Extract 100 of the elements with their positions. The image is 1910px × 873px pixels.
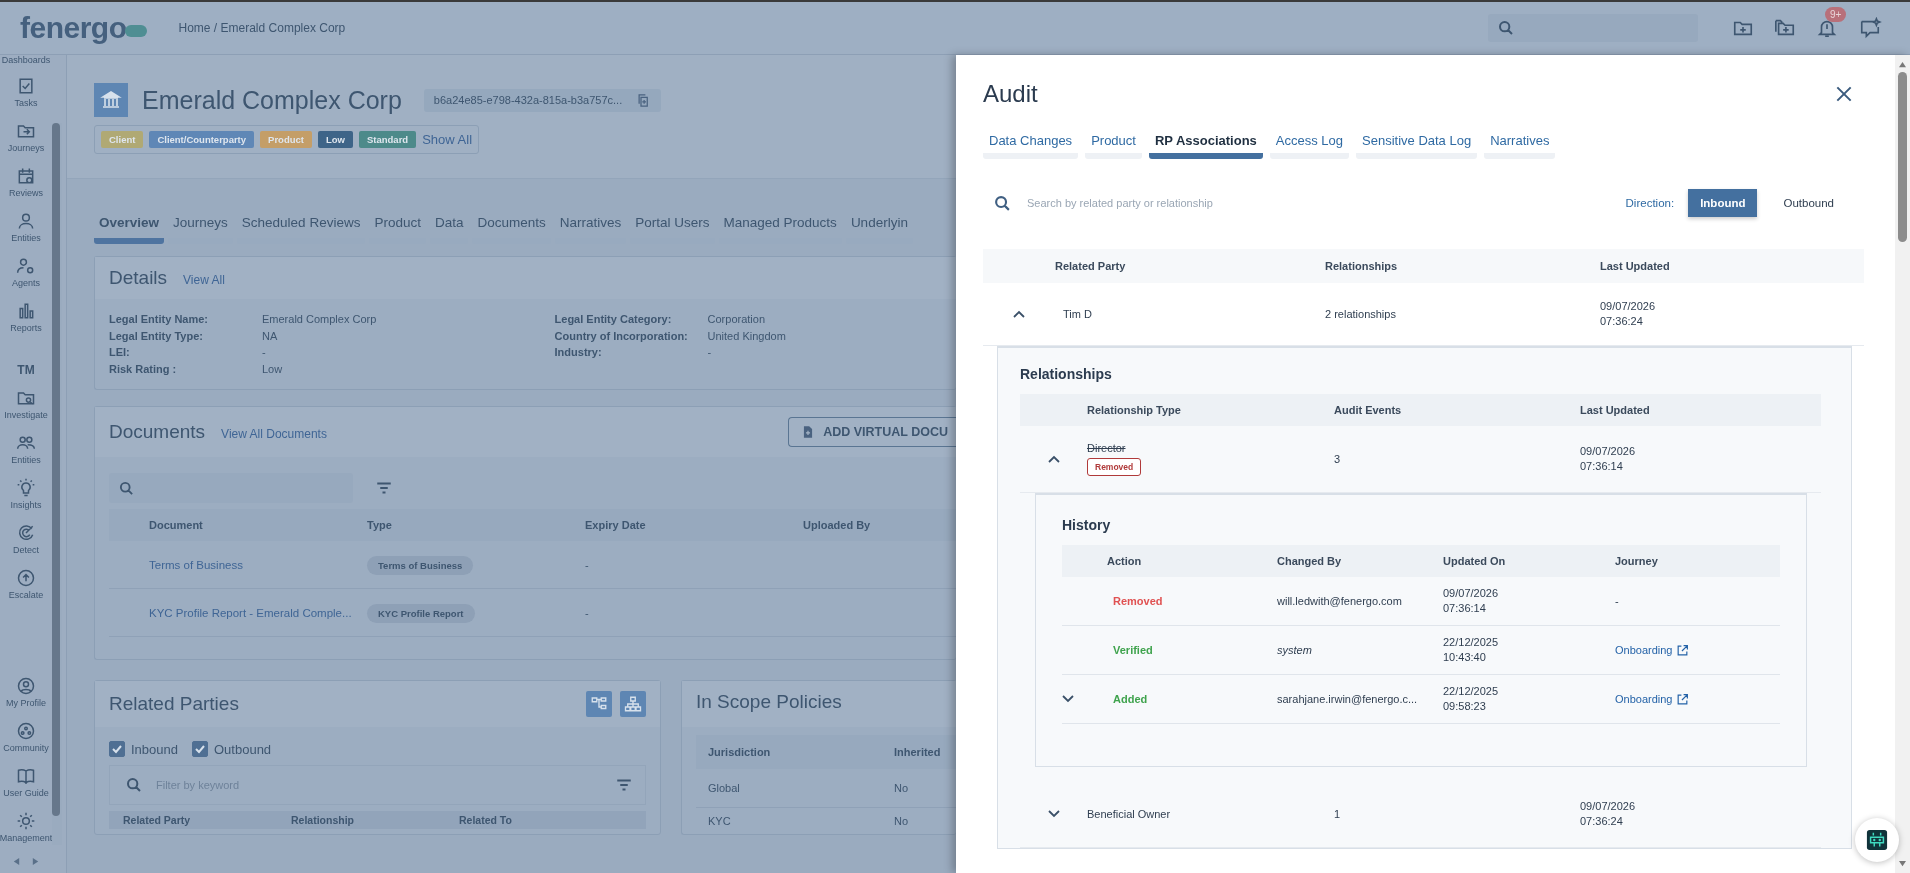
- table-cell-text: 2 relationships: [1325, 308, 1397, 320]
- sidebar-item[interactable]: Insights: [10, 471, 42, 516]
- field-label: Industry:: [554, 346, 603, 359]
- tab[interactable]: Overview: [94, 215, 165, 244]
- column-header: Document: [149, 519, 204, 531]
- sidebar-item[interactable]: My Profile: [6, 669, 46, 714]
- tab[interactable]: Scheduled Reviews: [236, 215, 366, 244]
- tab[interactable]: Documents: [472, 215, 551, 244]
- tab[interactable]: Underlyin: [845, 215, 913, 244]
- add-virtual-document-button[interactable]: ADD VIRTUAL DOCU: [788, 417, 956, 447]
- field-label: Risk Rating :: [109, 362, 178, 375]
- field-value: Low: [262, 362, 283, 375]
- scrollbar-thumb[interactable]: [52, 123, 60, 817]
- scrollbar-thumb[interactable]: [1898, 72, 1907, 242]
- tab[interactable]: Narratives: [1484, 133, 1556, 159]
- sidebar-item[interactable]: Tasks: [14, 69, 38, 114]
- sidebar-item[interactable]: Entities: [11, 426, 41, 471]
- date-time: 09/07/2026 07:36:24: [1580, 799, 1637, 829]
- column-header: Updated On: [1443, 555, 1507, 567]
- action-status: Removed: [1112, 595, 1164, 607]
- sidebar-item[interactable]: Entities: [11, 204, 41, 249]
- tab[interactable]: Journeys: [168, 215, 233, 244]
- table-cell-text: Tim D: [1062, 308, 1093, 320]
- sidebar-item[interactable]: User Guide: [3, 759, 49, 804]
- chevron-icon[interactable]: [1013, 310, 1025, 318]
- table-cell-text: No: [894, 815, 910, 827]
- tab[interactable]: Sensitive Data Log: [1356, 133, 1478, 159]
- card-title: Related Parties: [109, 693, 239, 715]
- direction-toggle[interactable]: Inbound: [1688, 189, 1758, 217]
- hierarchy-view-button[interactable]: [620, 691, 646, 717]
- sidebar-item[interactable]: Journeys: [7, 114, 45, 159]
- tab[interactable]: Portal Users: [630, 215, 715, 244]
- scrollbar[interactable]: [1895, 55, 1910, 873]
- column-header: Action: [1107, 555, 1143, 567]
- scroll-right-icon[interactable]: [31, 856, 40, 866]
- tab[interactable]: Product: [369, 215, 426, 244]
- entity-id: b6a24e85-e798-432a-815a-b3a757c...: [433, 94, 623, 106]
- section-label: TM: [17, 363, 35, 377]
- status-badge: Removed: [1087, 458, 1142, 476]
- sidebar-item[interactable]: Agents: [12, 249, 40, 294]
- scroll-left-icon[interactable]: [12, 856, 21, 866]
- sidebar-item[interactable]: Investigate: [4, 381, 48, 426]
- logo[interactable]: fenergo: [20, 11, 127, 45]
- column-header: Last Updated: [1580, 404, 1651, 416]
- chatbot-button[interactable]: [1855, 818, 1899, 862]
- breadcrumb[interactable]: Home / Emerald Complex Corp: [178, 21, 346, 35]
- tab[interactable]: Access Log: [1269, 133, 1349, 159]
- sidebar-item[interactable]: Detect: [13, 516, 39, 561]
- column-header: Audit Events: [1334, 404, 1403, 416]
- journey-link[interactable]: Onboarding: [1615, 643, 1780, 657]
- tab[interactable]: RP Associations: [1148, 133, 1263, 159]
- chevron-icon[interactable]: [1047, 455, 1060, 463]
- view-all-link[interactable]: View All: [183, 273, 225, 287]
- date-time: 22/12/2025 09:58:23: [1443, 684, 1500, 714]
- sidebar-item[interactable]: Reports: [10, 294, 42, 339]
- document-link[interactable]: Terms of Business: [149, 558, 367, 571]
- sidebar-item[interactable]: Management: [0, 804, 53, 849]
- search-field[interactable]: [109, 473, 353, 503]
- scroll-up-icon[interactable]: [1898, 61, 1907, 68]
- search-field[interactable]: [1488, 14, 1698, 42]
- relationship-type: Beneficial Owner: [1087, 808, 1171, 820]
- card-title: Documents: [109, 421, 206, 443]
- checkbox[interactable]: Outbound: [192, 741, 272, 757]
- tag: Client/Counterparty: [149, 131, 255, 148]
- tab[interactable]: Data: [429, 215, 469, 244]
- field-label: Legal Entity Type:: [109, 329, 204, 342]
- table-cell-text: -: [585, 558, 590, 571]
- sidebar-item[interactable]: Dashboards: [1, 55, 51, 69]
- section-title: Relationships: [1020, 366, 1113, 382]
- logo-pill-icon: [124, 25, 147, 37]
- robot-icon: [1866, 829, 1888, 851]
- notification-badge: 9+: [1825, 7, 1847, 22]
- journey-link[interactable]: Onboarding: [1615, 692, 1780, 706]
- tag: Product: [260, 131, 312, 148]
- field-label: Legal Entity Category:: [554, 313, 673, 326]
- column-header: Relationship: [291, 814, 355, 826]
- column-header: Related To: [459, 814, 513, 826]
- field-value: NA: [262, 329, 278, 342]
- sidebar-item[interactable]: Reviews: [9, 159, 43, 204]
- document-link[interactable]: KYC Profile Report - Emerald Comple...: [149, 606, 367, 619]
- column-header: Journey: [1615, 555, 1659, 567]
- sidebar-item[interactable]: Community: [3, 714, 49, 759]
- chevron-icon[interactable]: [1047, 810, 1060, 818]
- user-cell-text: sarahjane.irwin@fenergo.c...: [1277, 693, 1419, 705]
- chevron-icon[interactable]: [1062, 695, 1074, 703]
- checkbox[interactable]: Inbound: [109, 741, 178, 757]
- show-all-link[interactable]: Show All: [422, 132, 473, 147]
- tab[interactable]: Managed Products: [718, 215, 842, 244]
- sidebar-item[interactable]: Escalate: [8, 561, 44, 606]
- target-icon: [16, 522, 36, 543]
- scroll-down-icon[interactable]: [1898, 860, 1907, 867]
- tab[interactable]: Data Changes: [983, 133, 1079, 159]
- table-cell-text: 1: [1334, 808, 1342, 820]
- chat-sparkle-icon[interactable]: [1858, 17, 1882, 39]
- direction-toggle[interactable]: Outbound: [1771, 189, 1846, 217]
- view-all-documents-link[interactable]: View All Documents: [221, 427, 327, 441]
- tab[interactable]: Product: [1085, 133, 1142, 159]
- close-icon[interactable]: [1834, 84, 1854, 104]
- tree-view-button[interactable]: [586, 691, 612, 717]
- tab[interactable]: Narratives: [554, 215, 627, 244]
